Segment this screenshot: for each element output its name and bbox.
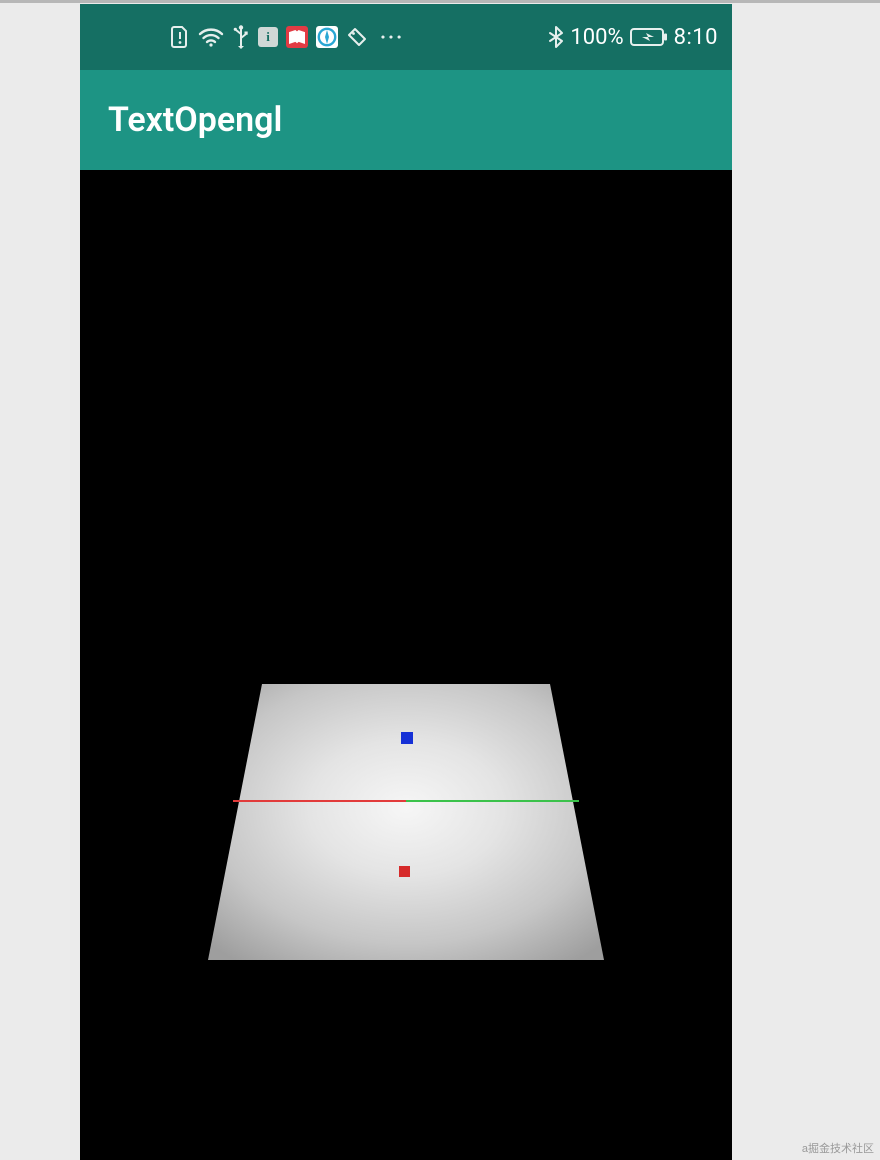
app-title: TextOpengl	[108, 100, 282, 140]
book-icon	[286, 26, 308, 48]
compass-icon	[316, 26, 338, 48]
status-bar: i ··· 100%	[80, 4, 732, 70]
more-icon: ···	[376, 25, 404, 49]
clock-text: 8:10	[674, 25, 718, 50]
render-canvas	[80, 170, 732, 1160]
mallet-bottom-red	[399, 866, 410, 877]
wifi-icon	[198, 26, 224, 48]
table-quad	[208, 684, 604, 960]
sim-alert-icon	[170, 25, 190, 49]
status-bar-left-group: i ···	[170, 24, 404, 50]
device-frame: i ··· 100%	[80, 4, 732, 1160]
info-icon: i	[258, 27, 278, 47]
mallet-top-blue	[401, 732, 413, 744]
bluetooth-icon	[548, 25, 564, 49]
page-top-border	[0, 0, 880, 3]
battery-charging-icon	[630, 27, 668, 47]
opengl-surface[interactable]	[80, 170, 732, 1160]
status-bar-right-group: 100% 8:10	[548, 25, 718, 50]
app-bar: TextOpengl	[80, 70, 732, 170]
watermark-text: a掘金技术社区	[802, 1140, 874, 1156]
tag-icon	[346, 26, 368, 48]
scene-background	[80, 170, 732, 1160]
usb-icon	[232, 24, 250, 50]
battery-percent-text: 100%	[570, 25, 623, 50]
